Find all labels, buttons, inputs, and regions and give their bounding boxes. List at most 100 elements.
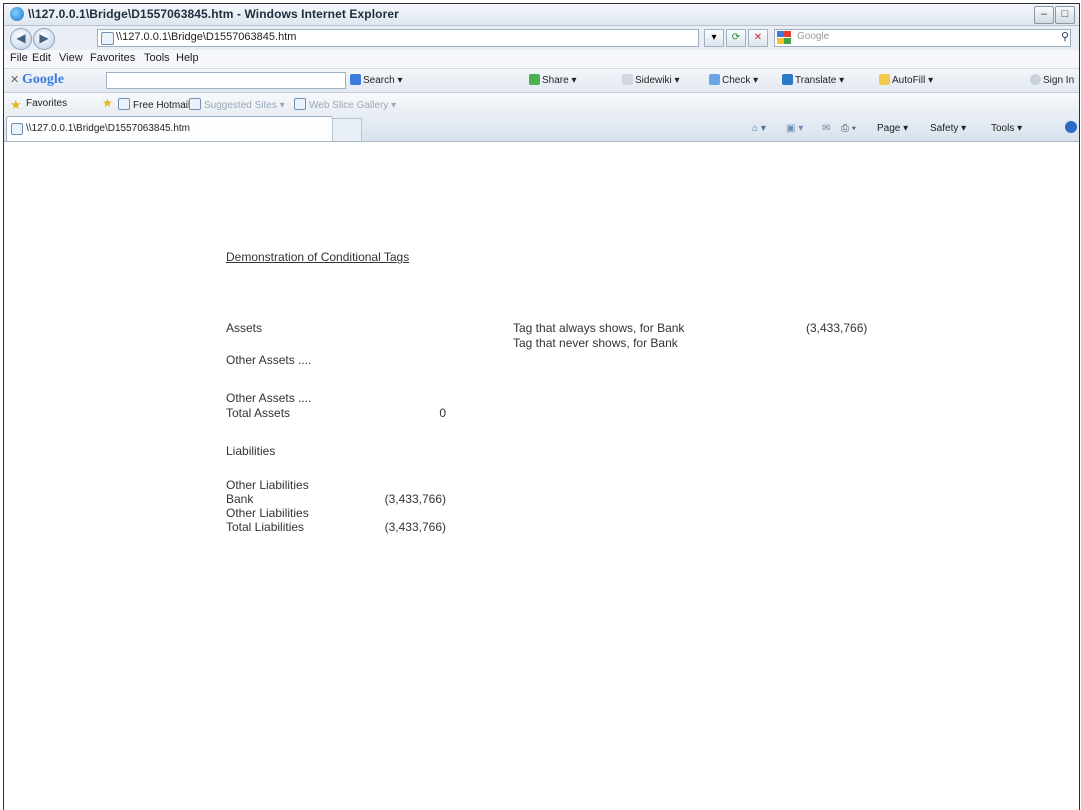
other-liabilities-label: Other Liabilities — [226, 478, 309, 492]
tag-always-label: Tag that always shows, for Bank — [513, 321, 685, 335]
search-icon[interactable]: ⚲ — [1061, 30, 1069, 43]
tools-menu-label: Tools — [991, 123, 1015, 134]
print-icon[interactable]: ⎙ ▾ — [841, 123, 856, 134]
google-brand: Google — [22, 72, 64, 88]
ie-icon — [10, 7, 24, 21]
forward-arrow-icon: ▶ — [39, 31, 49, 45]
page-heading: Demonstration of Conditional Tags — [226, 250, 410, 264]
sidewiki-icon — [622, 74, 633, 85]
browser-window: \\127.0.0.1\Bridge\D1557063845.htm - Win… — [3, 3, 1080, 810]
google-brand-text: Google — [22, 72, 64, 87]
tab-current[interactable]: \\127.0.0.1\Bridge\D1557063845.htm — [6, 116, 333, 141]
user-icon — [1030, 74, 1041, 85]
refresh-button[interactable]: ⟳ — [726, 29, 746, 47]
ie-page-icon — [294, 98, 306, 110]
tag-never-label: Tag that never shows, for Bank — [513, 336, 678, 350]
total-liabilities-value: (3,433,766) — [384, 520, 446, 534]
total-assets-value: 0 — [439, 406, 446, 420]
toolbar-translate-label: Translate — [795, 75, 837, 86]
toolbar-search[interactable]: Search ▾ — [350, 74, 403, 86]
tools-menu[interactable]: Tools ▾ — [991, 123, 1022, 134]
toolbar-check[interactable]: Check ▾ — [709, 74, 758, 86]
ie-page-icon — [118, 98, 130, 110]
other-liabilities-label: Other Liabilities — [226, 506, 309, 520]
address-row: ◀ ▶ \\127.0.0.1\Bridge\D1557063845.htm ▾… — [4, 26, 1079, 50]
share-icon — [529, 74, 540, 85]
add-favorite-icon[interactable]: ★ — [102, 96, 113, 110]
fav-free-hotmail-label: Free Hotmail — [133, 100, 191, 111]
fav-suggested-sites[interactable]: Suggested Sites ▾ — [189, 98, 285, 111]
toolbar-autofill[interactable]: AutoFill ▾ — [879, 74, 933, 86]
toolbar-share[interactable]: Share ▾ — [529, 74, 577, 86]
address-bar[interactable]: \\127.0.0.1\Bridge\D1557063845.htm — [97, 29, 699, 47]
favorites-button[interactable]: Favorites — [26, 98, 67, 109]
favorites-star-icon[interactable]: ★ — [10, 97, 22, 113]
safety-menu[interactable]: Safety ▾ — [930, 123, 966, 134]
ie-page-icon — [189, 98, 201, 110]
total-liabilities-label: Total Liabilities — [226, 520, 305, 534]
toolbar-translate[interactable]: Translate ▾ — [782, 74, 844, 86]
spellcheck-icon — [709, 74, 720, 85]
tab-title: \\127.0.0.1\Bridge\D1557063845.htm — [26, 123, 191, 134]
page-menu[interactable]: Page ▾ — [877, 123, 908, 134]
window-title: \\127.0.0.1\Bridge\D1557063845.htm - Win… — [28, 7, 399, 21]
back-arrow-icon: ◀ — [16, 31, 26, 45]
help-icon[interactable] — [1065, 121, 1077, 133]
toolbar-sidewiki-label: Sidewiki — [635, 75, 672, 86]
search-box[interactable]: Google ⚲ — [774, 29, 1071, 47]
minimize-button[interactable]: – — [1034, 6, 1054, 24]
google-search-input[interactable] — [106, 72, 346, 89]
close-toolbar-icon[interactable]: ✕ — [10, 73, 19, 86]
forward-button[interactable]: ▶ — [33, 28, 55, 50]
refresh-icon: ⟳ — [731, 32, 741, 43]
address-text[interactable]: \\127.0.0.1\Bridge\D1557063845.htm — [116, 31, 296, 43]
search-icon — [350, 74, 361, 85]
other-assets-label: Other Assets .... — [226, 391, 312, 405]
new-tab-button[interactable] — [332, 118, 362, 141]
toolbar-sidewiki[interactable]: Sidewiki ▾ — [622, 74, 680, 86]
menu-favorites[interactable]: Favorites — [90, 52, 135, 64]
toolbar-autofill-label: AutoFill — [892, 75, 926, 86]
back-button[interactable]: ◀ — [10, 28, 32, 50]
ie-page-icon — [11, 123, 23, 135]
menu-help[interactable]: Help — [176, 52, 199, 64]
mail-icon[interactable]: ✉ — [822, 123, 830, 134]
favorites-bar: ★ Favorites ★ Free Hotmail Suggested Sit… — [4, 93, 1079, 115]
fav-web-slice-gallery-label: Web Slice Gallery — [309, 100, 389, 111]
menu-file[interactable]: File — [10, 52, 28, 64]
page-icon — [101, 32, 114, 45]
maximize-button[interactable]: □ — [1055, 6, 1075, 24]
stop-button[interactable]: ✕ — [748, 29, 768, 47]
menu-edit[interactable]: Edit — [32, 52, 51, 64]
title-bar: \\127.0.0.1\Bridge\D1557063845.htm - Win… — [4, 4, 1079, 26]
home-icon[interactable]: ⌂ ▾ — [752, 123, 766, 134]
address-dropdown-button[interactable]: ▾ — [704, 29, 724, 47]
toolbar-check-label: Check — [722, 75, 751, 86]
page-menu-label: Page — [877, 123, 901, 134]
fav-free-hotmail[interactable]: Free Hotmail — [118, 98, 190, 111]
safety-menu-label: Safety — [930, 123, 959, 134]
bank-value: (3,433,766) — [384, 492, 446, 506]
menu-view[interactable]: View — [59, 52, 83, 64]
tag-always-value: (3,433,766) — [806, 321, 868, 335]
page-content: Demonstration of Conditional Tags Assets… — [4, 142, 1079, 810]
autofill-icon — [879, 74, 890, 85]
google-toolbar: ✕ Google Search ▾ Share ▾ Sidewiki ▾ Che… — [4, 69, 1079, 93]
total-assets-label: Total Assets — [226, 406, 291, 420]
window-controls: – □ — [1034, 6, 1075, 24]
feeds-icon[interactable]: ▣ ▾ — [786, 123, 803, 134]
bank-label: Bank — [226, 492, 254, 506]
google-logo-icon — [777, 31, 791, 44]
toolbar-search-label: Search — [363, 75, 395, 86]
toolbar-sign-in[interactable]: Sign In — [1030, 74, 1074, 86]
menu-bar: File Edit View Favorites Tools Help — [4, 50, 1079, 69]
tab-row: \\127.0.0.1\Bridge\D1557063845.htm ⌂ ▾ ▣… — [4, 115, 1079, 142]
close-icon: ✕ — [753, 32, 763, 43]
assets-label: Assets — [226, 321, 263, 335]
other-assets-label: Other Assets .... — [226, 353, 312, 367]
fav-web-slice-gallery[interactable]: Web Slice Gallery ▾ — [294, 98, 396, 111]
menu-tools[interactable]: Tools — [144, 52, 170, 64]
chevron-down-icon: ▾ — [711, 32, 717, 43]
fav-suggested-sites-label: Suggested Sites — [204, 100, 277, 111]
search-placeholder: Google — [797, 31, 830, 42]
